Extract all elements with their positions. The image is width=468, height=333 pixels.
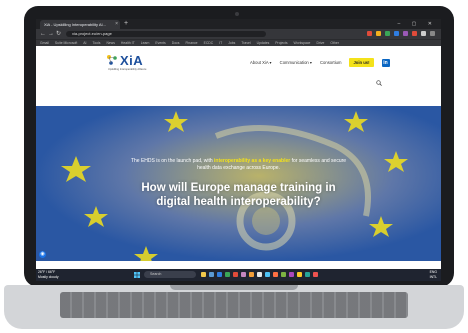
- tray-layout: INTL: [429, 275, 437, 279]
- logo-molecule-icon: [107, 55, 117, 65]
- extension-icon[interactable]: [412, 31, 417, 36]
- taskbar-app-icon[interactable]: [305, 272, 310, 277]
- webcam: [235, 12, 239, 16]
- hero-text: The EHDS is on the launch pad, with inte…: [36, 158, 441, 209]
- weather-widget[interactable]: 26°F / 66°F Mostly cloudy: [38, 270, 59, 279]
- taskbar-app-icon[interactable]: [297, 272, 302, 277]
- extensions-toolbar: [367, 31, 435, 36]
- logo-tagline: Upskilling Interoperability Alliance: [108, 68, 147, 71]
- bookmarks-bar: Gmail Suite Microsoft AI Tools News Health IT…: [36, 39, 441, 46]
- system-tray[interactable]: ENG INTL: [430, 270, 437, 280]
- taskbar-app-icon[interactable]: [289, 272, 294, 277]
- new-tab-button[interactable]: +: [124, 19, 128, 29]
- taskbar-app-icon[interactable]: [249, 272, 254, 277]
- xia-logo[interactable]: XiA Upskilling Interoperability Alliance: [106, 53, 150, 74]
- taskbar-app-icon[interactable]: [241, 272, 246, 277]
- windows-start-icon[interactable]: [134, 272, 140, 278]
- logo-text: XiA: [120, 53, 144, 68]
- hero-intro-highlight: interoperability as a key enabler: [214, 158, 291, 164]
- browser-tab-bar: XiA - Upskilling Interoperability Al... …: [36, 19, 441, 29]
- taskbar-app-icon[interactable]: [209, 272, 214, 277]
- browser-tab[interactable]: XiA - Upskilling Interoperability Al... …: [40, 20, 120, 29]
- taskbar-apps: [201, 272, 318, 277]
- forward-button[interactable]: →: [48, 29, 54, 39]
- taskbar-app-icon[interactable]: [281, 272, 286, 277]
- laptop-lid: XiA - Upskilling Interoperability Al... …: [24, 6, 454, 287]
- taskbar-app-icon[interactable]: [265, 272, 270, 277]
- accessibility-icon[interactable]: ◉: [39, 251, 46, 258]
- windows-taskbar: 26°F / 66°F Mostly cloudy Search ENG INT…: [36, 269, 441, 281]
- nav-communication[interactable]: Communication ▾: [280, 60, 312, 65]
- laptop-screen: XiA - Upskilling Interoperability Al... …: [36, 19, 441, 281]
- hero-intro: The EHDS is on the launch pad, with inte…: [130, 158, 347, 171]
- taskbar-search-input[interactable]: Search: [144, 271, 196, 278]
- nav-consortium[interactable]: Consortium: [320, 60, 341, 65]
- window-controls[interactable]: – ▢ ✕: [398, 19, 437, 29]
- search-icon[interactable]: [376, 80, 382, 86]
- taskbar-app-icon[interactable]: [273, 272, 278, 277]
- tab-close-icon[interactable]: ×: [115, 20, 118, 29]
- taskbar-app-icon[interactable]: [225, 272, 230, 277]
- address-bar-row: ← → ↻ xia-project.eu/en-page: [36, 29, 441, 39]
- site-header: XiA Upskilling Interoperability Alliance…: [36, 46, 441, 106]
- hero-banner: The EHDS is on the launch pad, with inte…: [36, 106, 441, 261]
- extension-icon[interactable]: [403, 31, 408, 36]
- taskbar-app-icon[interactable]: [201, 272, 206, 277]
- extension-icon[interactable]: [376, 31, 381, 36]
- taskbar-app-icon[interactable]: [217, 272, 222, 277]
- nav-about[interactable]: About XiA ▾: [250, 60, 272, 65]
- linkedin-icon[interactable]: in: [381, 58, 390, 67]
- laptop-keyboard: [60, 292, 408, 318]
- tab-title: XiA - Upskilling Interoperability Al...: [44, 22, 106, 27]
- reload-button[interactable]: ↻: [56, 29, 61, 39]
- extension-icon[interactable]: [394, 31, 399, 36]
- main-nav: About XiA ▾ Communication ▾ Consortium J…: [250, 58, 390, 67]
- extension-icon[interactable]: [385, 31, 390, 36]
- taskbar-app-icon[interactable]: [313, 272, 318, 277]
- url-input[interactable]: xia-project.eu/en-page: [66, 31, 266, 37]
- back-button[interactable]: ←: [40, 29, 46, 39]
- extension-icon[interactable]: [430, 31, 435, 36]
- laptop-hinge: [170, 285, 298, 290]
- weather-desc: Mostly cloudy: [38, 274, 59, 279]
- extension-icon[interactable]: [421, 31, 426, 36]
- join-us-button[interactable]: Join us!: [349, 58, 374, 67]
- hero-headline: How will Europe manage training in digit…: [141, 182, 336, 208]
- extension-icon[interactable]: [367, 31, 372, 36]
- taskbar-app-icon[interactable]: [233, 272, 238, 277]
- taskbar-app-icon[interactable]: [257, 272, 262, 277]
